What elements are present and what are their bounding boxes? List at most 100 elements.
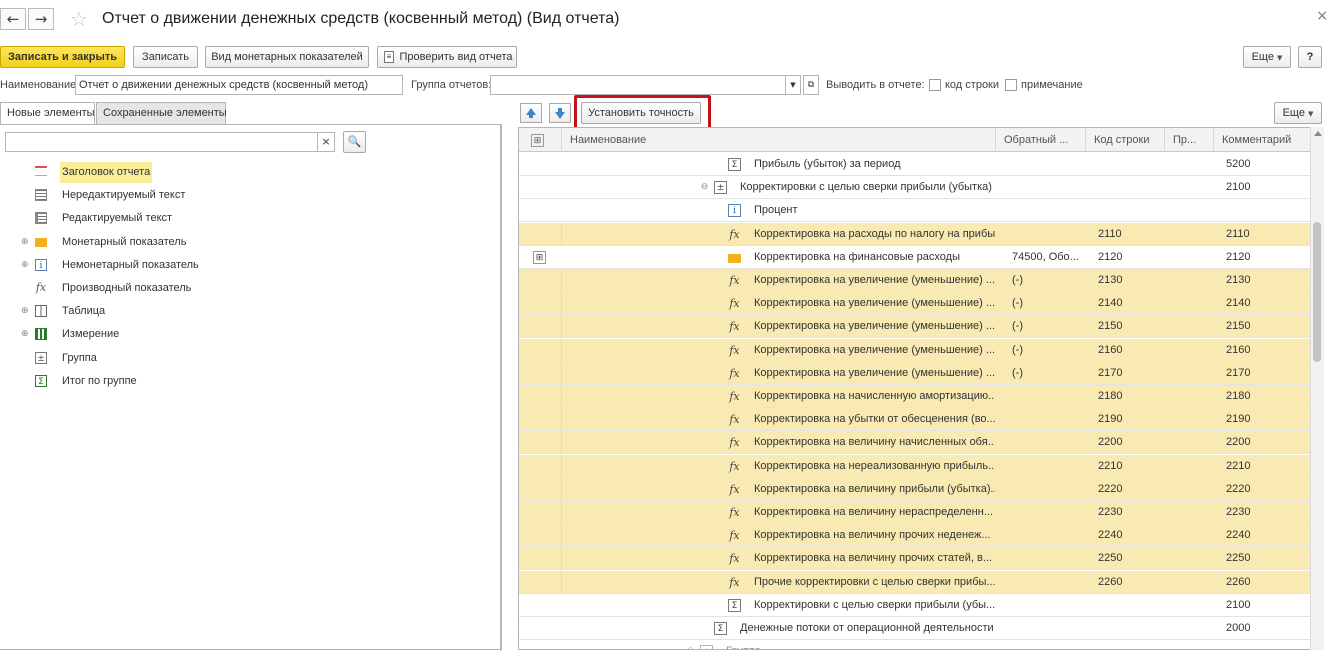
expand-icon[interactable]: ⊕ — [21, 306, 29, 316]
save-button[interactable]: Записать — [133, 46, 198, 68]
fx-icon: fx — [729, 552, 740, 566]
row-comment: 2260 — [1226, 575, 1251, 588]
expand-icon[interactable]: ⊕ — [21, 237, 29, 247]
row-mark-cell — [519, 292, 562, 316]
expand-icon[interactable]: ⊕ — [21, 260, 29, 270]
row-name: Корректировка на расходы по налогу на пр… — [754, 227, 995, 240]
col-reverse[interactable]: Обратный ... — [996, 128, 1086, 152]
favorite-star-icon[interactable]: ☆ — [70, 7, 88, 31]
close-icon[interactable]: × — [1316, 8, 1328, 24]
row-comment: 2220 — [1226, 482, 1251, 495]
table-row[interactable]: Σ Прибыль (убыток) за период 5200 — [519, 153, 1311, 176]
table-row[interactable]: fx Корректировка на увеличение (уменьшени… — [519, 315, 1311, 339]
element-item[interactable]: Нередактируемый текст — [0, 185, 500, 208]
col-comment[interactable]: Комментарий — [1214, 128, 1311, 152]
element-item[interactable]: Заголовок отчета — [0, 162, 500, 185]
show-label: Выводить в отчете: — [826, 79, 925, 91]
table-row[interactable]: ⊖± Группа — [519, 640, 1311, 649]
row-reverse — [1012, 153, 1084, 176]
table-row[interactable]: Σ Корректировки с целью сверки прибыли (у… — [519, 594, 1311, 617]
table-row[interactable]: Σ Денежные потоки от операционной деятель… — [519, 617, 1311, 640]
fx-icon: fx — [729, 390, 740, 403]
element-item[interactable]: ⊕ Монетарный показатель — [0, 232, 500, 255]
row-name: Группа — [726, 640, 995, 649]
table-row[interactable]: fx Корректировка на убытки от обесценения… — [519, 408, 1311, 432]
note-checkbox[interactable] — [1005, 79, 1017, 91]
element-item-label: Нередактируемый текст — [62, 189, 186, 202]
grid-scrollbar[interactable] — [1310, 127, 1324, 650]
scroll-up-icon[interactable] — [1314, 131, 1322, 136]
more-button[interactable]: Еще ▼ — [1243, 46, 1291, 68]
group-icon: ± — [35, 351, 47, 364]
row-reverse: (-) — [1012, 320, 1023, 333]
expand-icon[interactable]: ⊕ — [21, 329, 29, 339]
search-input[interactable] — [5, 132, 318, 152]
element-item[interactable]: ± Группа — [0, 348, 500, 371]
table-row[interactable]: fx Корректировка на величину прочих неден… — [519, 524, 1311, 548]
name-field[interactable]: Отчет о движении денежных средств (косве… — [75, 75, 403, 95]
element-item[interactable]: Σ Итог по группе — [0, 371, 500, 394]
table-row[interactable]: fx Корректировка на расходы по налогу на … — [519, 222, 1311, 246]
row-mark-cell — [519, 547, 562, 571]
table-row[interactable]: fx Корректировка на увеличение (уменьшени… — [519, 269, 1311, 292]
table-row[interactable]: fx Корректировка на величину прибыли (убы… — [519, 477, 1311, 501]
check-view-button[interactable]: ≡ Проверить вид отчета — [377, 46, 517, 68]
grid-more-button[interactable]: Еще ▼ — [1274, 102, 1322, 124]
table-row[interactable]: fx Корректировка на величину начисленных … — [519, 431, 1311, 455]
element-item[interactable]: ⊕ i Немонетарный показатель — [0, 255, 500, 278]
row-mark-cell — [519, 315, 562, 339]
monetary-view-button[interactable]: Вид монетарных показателей — [205, 46, 369, 68]
element-item[interactable]: Редактируемый текст — [0, 208, 500, 231]
row-code-checkbox[interactable] — [929, 79, 941, 91]
row-comment: 2180 — [1226, 390, 1251, 402]
element-item[interactable]: ⊕ Таблица — [0, 301, 500, 324]
col-row-code[interactable]: Код строки — [1086, 128, 1165, 152]
mark-column-icon[interactable]: ⊞ — [519, 128, 562, 152]
element-item-label: Измерение — [62, 328, 120, 341]
forward-button[interactable]: → — [28, 8, 54, 30]
row-code: 2120 — [1098, 250, 1123, 263]
scroll-thumb[interactable] — [1313, 222, 1321, 362]
row-mark-cell — [519, 176, 562, 199]
back-button[interactable]: ← — [0, 8, 26, 30]
row-reverse — [1012, 385, 1084, 408]
tab-new-elements[interactable]: Новые элементы — [0, 102, 95, 125]
help-button[interactable]: ? — [1298, 46, 1322, 68]
table-row[interactable]: fx Корректировка на начисленную амортизац… — [519, 385, 1311, 408]
group-field[interactable] — [490, 75, 786, 95]
element-item[interactable]: ⊕ Измерение — [0, 324, 500, 347]
element-item[interactable]: fx Производный показатель — [0, 278, 500, 301]
row-code — [1098, 176, 1158, 199]
table-row[interactable]: fx Корректировка на нереализованную прибы… — [519, 454, 1311, 478]
clear-search-icon[interactable]: × — [317, 132, 335, 152]
row-name: Корректировка на убытки от обесценения (… — [754, 413, 995, 426]
open-group-icon[interactable]: ⧉ — [803, 75, 819, 95]
col-name[interactable]: Наименование — [562, 128, 996, 152]
row-comment: 2000 — [1226, 622, 1251, 634]
row-name: Корректировки с целью сверки прибыли (уб… — [754, 598, 995, 611]
table-row[interactable]: fx Прочие корректировки с целью сверки пр… — [519, 570, 1311, 594]
move-down-button[interactable] — [549, 103, 571, 123]
collapse-icon[interactable]: ⊖ — [698, 181, 711, 194]
table-row[interactable]: i Процент — [519, 199, 1311, 223]
col-note[interactable]: Пр... — [1165, 128, 1214, 152]
collapse-icon[interactable]: ⊖ — [684, 645, 697, 649]
save-and-close-button[interactable]: Записать и закрыть — [0, 46, 125, 68]
move-up-button[interactable] — [520, 103, 542, 123]
row-name: Прочие корректировки с целью сверки приб… — [754, 575, 995, 588]
group-dropdown-icon[interactable]: ▼ — [785, 75, 801, 95]
dimension-icon — [35, 328, 47, 341]
search-button[interactable]: 🔍 — [343, 131, 366, 153]
table-row[interactable]: ⊖ ± Корректировки с целью сверки прибыли (… — [519, 176, 1311, 200]
fx-icon: fx — [729, 297, 740, 311]
table-row[interactable]: fx Корректировка на увеличение (уменьшени… — [519, 338, 1311, 362]
tab-saved-elements[interactable]: Сохраненные элементы — [96, 102, 227, 125]
table-row[interactable]: ⊞ Корректировка на финансовые расходы 7450… — [519, 246, 1311, 269]
table-row[interactable]: fx Корректировка на увеличение (уменьшени… — [519, 361, 1311, 385]
row-mark-cell — [519, 617, 562, 640]
table-row[interactable]: fx Корректировка на величину прочих стате… — [519, 547, 1311, 571]
table-row[interactable]: fx Корректировка на величину нераспределе… — [519, 501, 1311, 524]
row-reverse — [1012, 640, 1084, 649]
set-precision-button[interactable]: Установить точность — [581, 102, 701, 124]
table-row[interactable]: fx Корректировка на увеличение (уменьшени… — [519, 292, 1311, 316]
